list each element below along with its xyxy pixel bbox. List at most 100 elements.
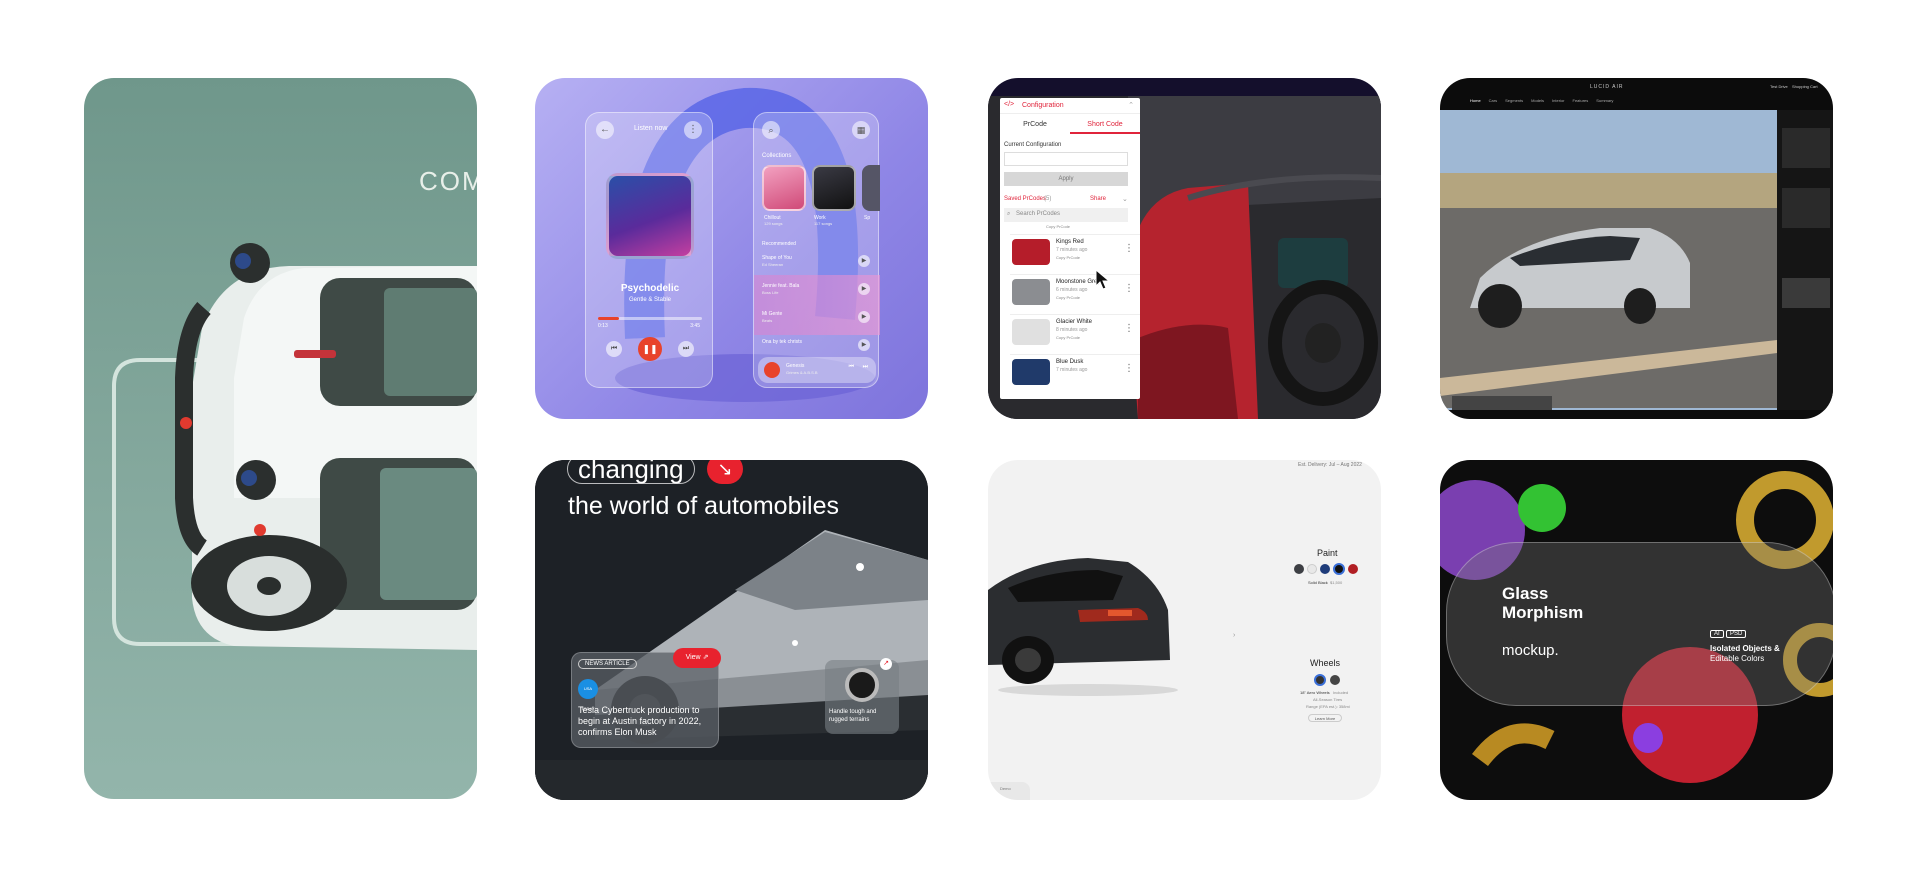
song-title-2: Mi Gente	[762, 311, 783, 317]
collection-cover-1[interactable]	[812, 165, 856, 211]
list-item[interactable]: Blue Dusk 7 minutes ago ⋮	[1010, 354, 1140, 390]
card-glass-morphism[interactable]: Glass Morphism mockup. AI PSD Isolated O…	[1440, 460, 1833, 800]
saved-list: Copy PrCode Kings Red 7 minutes ago Copy…	[1000, 224, 1140, 399]
apply-button[interactable]: Apply	[1004, 172, 1128, 186]
current-config-label: Current Configuration	[1004, 142, 1062, 148]
now-playing-artist: Grimes & A.B.S.B	[786, 370, 818, 375]
feature-card[interactable]: Handle tough and rugged terrains	[825, 660, 899, 734]
paint-label: Paint	[1317, 548, 1338, 558]
play-icon[interactable]: ▶	[858, 255, 870, 267]
paint-swatch-midnight-silver[interactable]	[1294, 564, 1304, 574]
more-icon[interactable]: ⋮	[684, 121, 702, 139]
track-artist: Gentle & Stable	[628, 297, 672, 303]
previous-icon[interactable]: ⏮	[849, 364, 854, 371]
glass-feature-2: Editable Colors	[1710, 654, 1765, 663]
album-art	[606, 173, 694, 259]
song-artist-1: Boss Life	[762, 290, 779, 295]
badge-psd: PSD	[1726, 630, 1747, 638]
list-item-time: 8 minutes ago	[1056, 327, 1088, 333]
learn-more-button[interactable]: Learn More	[1308, 714, 1342, 722]
wheel-option-sport[interactable]	[1330, 675, 1340, 685]
list-item[interactable]: Kings Red 7 minutes ago Copy PrCode ⋮	[1010, 234, 1140, 270]
next-icon[interactable]: ⏭	[678, 341, 694, 357]
more-icon[interactable]: ⋮	[1124, 363, 1134, 374]
more-icon[interactable]: ⋮	[1124, 323, 1134, 334]
search-placeholder: Search PrCodes	[1016, 211, 1061, 217]
glass-panel	[1446, 542, 1833, 706]
card-vehicle-topview[interactable]: COMI	[84, 78, 477, 799]
play-icon[interactable]: ▶	[858, 339, 870, 351]
search-field[interactable]: ⌕ Search PrCodes	[1004, 208, 1128, 222]
search-icon[interactable]: ⌕	[762, 121, 780, 139]
glass-title-1: Glass	[1502, 584, 1549, 603]
paint-swatch-red[interactable]	[1348, 564, 1358, 574]
collection-count-1: 117 songs	[814, 221, 833, 226]
list-item-name: Blue Dusk	[1056, 359, 1084, 365]
arrow-down-right-icon: ↘	[707, 460, 743, 484]
glass-title-2: Morphism	[1502, 603, 1584, 622]
song-title-3: Ona by tek christs	[762, 339, 803, 345]
share-button[interactable]: Share	[1090, 196, 1106, 202]
collection-cover-0[interactable]	[762, 165, 806, 211]
view-button[interactable]: View ⇗	[673, 648, 721, 668]
source-logo: USA TODAY	[578, 679, 598, 711]
tab-short-code[interactable]: Short Code	[1070, 116, 1140, 134]
card-music-app[interactable]: ← Listen now ⋮ Psychodelic Gentle & Stab…	[535, 78, 928, 419]
next-icon[interactable]: ⏭	[863, 364, 868, 371]
card-tesla-configurator[interactable]: Est. Delivery: Jul – Aug 2022 › Paint So…	[988, 460, 1381, 800]
delivery-estimate: Est. Delivery: Jul – Aug 2022	[1298, 462, 1362, 468]
pause-icon[interactable]: ❚❚	[638, 337, 662, 361]
now-playing-bar[interactable]: Genesis Grimes & A.B.S.B ⏮ ⏭	[758, 357, 876, 383]
paint-swatch-white[interactable]	[1307, 564, 1317, 574]
wheel-option-aero[interactable]	[1314, 674, 1326, 686]
saved-count: (5)	[1044, 196, 1052, 202]
list-item-meta: Copy PrCode	[1056, 335, 1081, 340]
progress-bar[interactable]	[598, 317, 702, 320]
list-item[interactable]: Moonstone Grey 6 minutes ago Copy PrCode…	[1010, 274, 1140, 310]
project-gallery: COMI ← Listen now ⋮ Psychodelic Gentle &…	[0, 0, 1920, 874]
track-title: Psychodelic	[620, 283, 680, 294]
card-lucid-website[interactable]: LUCID AIR Test Drive Shopping Cart Home …	[1440, 78, 1833, 419]
expand-icon[interactable]: ↗	[880, 658, 892, 670]
play-icon[interactable]: ▶	[858, 283, 870, 295]
footer-label: Demo	[1000, 786, 1011, 791]
time-left: 0:13	[598, 323, 608, 329]
current-config-field[interactable]	[1004, 152, 1128, 166]
search-icon: ⌕	[1007, 211, 1011, 217]
tab-prcode[interactable]: PrCode	[1000, 116, 1070, 134]
grid-icon[interactable]: ▦	[852, 121, 870, 139]
external-link-icon: ⇗	[702, 654, 709, 661]
list-item-name: Kings Red	[1056, 239, 1084, 245]
more-icon[interactable]: ⋮	[1124, 283, 1134, 294]
now-playing-icon	[764, 362, 780, 378]
list-item-meta: Copy PrCode	[1056, 255, 1081, 260]
list-item-time: 7 minutes ago	[1056, 367, 1088, 373]
wheels-price: Included	[1333, 690, 1349, 695]
song-artist-0: Ed Sheeran	[762, 262, 784, 267]
chevron-right-icon[interactable]: ›	[1233, 632, 1235, 639]
collection-cover-2[interactable]	[862, 165, 880, 211]
car-thumbnail	[1012, 359, 1050, 385]
more-icon[interactable]: ⋮	[1124, 243, 1134, 254]
lucid-hero-scene	[1440, 110, 1833, 410]
previous-icon[interactable]: ⏮	[606, 341, 622, 357]
card-car-configurator[interactable]: </> Configuration ⌃ PrCode Short Code Cu…	[988, 78, 1381, 419]
library-panel: ⌕ ▦ Collections Chillout 129 songs Work …	[753, 112, 880, 388]
chevron-up-icon[interactable]: ⌃	[1128, 101, 1134, 109]
list-item[interactable]: Glacier White 8 minutes ago Copy PrCode …	[1010, 314, 1140, 350]
paint-swatch-blue[interactable]	[1320, 564, 1330, 574]
news-tag: NEWS ARTICLE	[578, 659, 637, 669]
cursor-icon	[1095, 268, 1111, 290]
footer-tab[interactable]: Demo	[988, 782, 1030, 800]
play-icon[interactable]: ▶	[858, 311, 870, 323]
chevron-down-icon[interactable]: ⌄	[1122, 195, 1128, 203]
wheels-line-2: All-Season Tires	[1313, 697, 1343, 702]
car-thumbnail	[1012, 279, 1050, 305]
paint-swatch-black[interactable]	[1333, 563, 1345, 575]
headline-line: the world of automobiles	[568, 492, 839, 520]
back-icon[interactable]: ←	[596, 121, 614, 139]
card-cybertruck[interactable]: changing ↘ the world of automobiles NEWS…	[535, 460, 928, 800]
badge-ai: AI	[1710, 630, 1724, 638]
recommended-label: Recommended	[762, 241, 796, 247]
code-icon: </>	[1004, 101, 1015, 108]
